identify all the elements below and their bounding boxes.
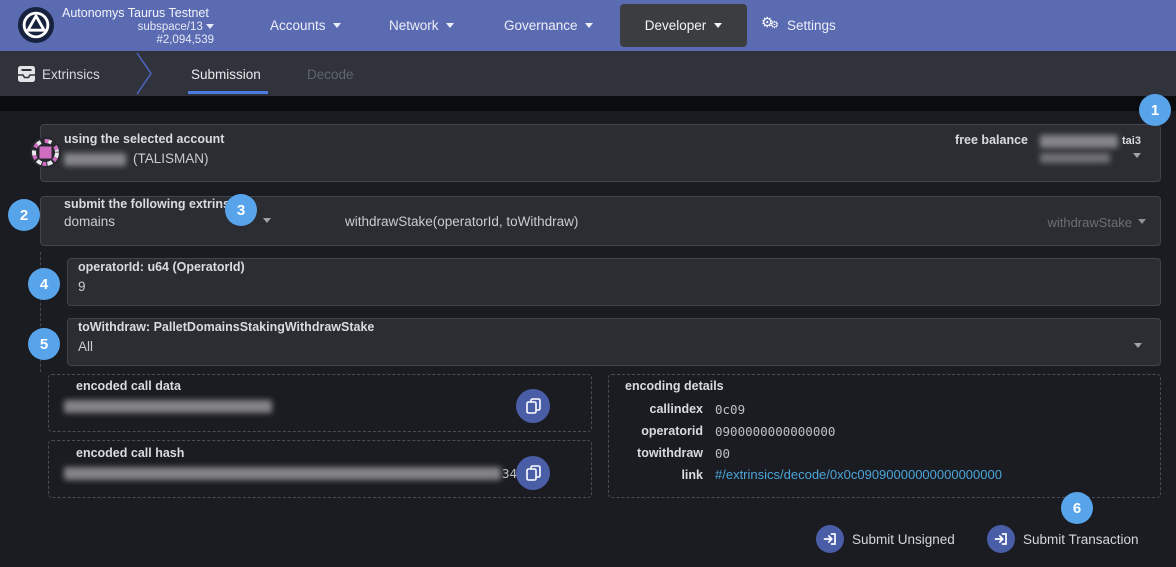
submit-transaction-label: Submit Transaction — [1023, 532, 1139, 547]
balance-unit: tai3 — [1122, 135, 1141, 147]
sign-in-icon — [987, 525, 1015, 553]
method-dropdown-value[interactable]: withdrawStake — [1020, 215, 1132, 230]
decode-link-wrap: #/extrinsics/decode/0x0c0909000000000000… — [715, 467, 1002, 482]
copy-call-data-button[interactable] — [516, 389, 550, 423]
chain-name: Autonomys Taurus Testnet — [62, 6, 214, 20]
annotation-badge-1: 1 — [1139, 94, 1171, 126]
submit-transaction-button[interactable]: Submit Transaction — [987, 525, 1139, 553]
submit-unsigned-button[interactable]: Submit Unsigned — [816, 525, 955, 553]
nav-developer[interactable]: Developer — [620, 4, 747, 47]
call-hash-visible-suffix: 34 — [502, 466, 517, 481]
redacted-account-name — [64, 153, 126, 166]
redacted-free-balance — [1040, 135, 1118, 148]
account-identicon — [29, 136, 62, 169]
account-source-suffix: (TALISMAN) — [133, 151, 209, 166]
account-select-label: using the selected account — [64, 132, 224, 146]
sub-nav-bar — [0, 51, 1176, 96]
section-dropdown-chevron-icon[interactable] — [263, 218, 271, 223]
free-balance-label: free balance — [940, 133, 1028, 147]
section-title: Extrinsics — [42, 67, 100, 82]
runtime-version: subspace/13 — [138, 21, 203, 33]
param-to-withdraw-dropdown[interactable]: All — [78, 339, 93, 354]
breadcrumb-chevron-icon — [134, 51, 156, 96]
link-label: link — [608, 468, 703, 482]
redacted-balance-secondary — [1040, 153, 1110, 163]
callindex-value: 0c09 — [715, 402, 745, 417]
nav-settings[interactable]: ⚙ ⚙ Settings — [761, 0, 836, 51]
chevron-down-icon — [585, 23, 593, 28]
annotation-badge-4: 4 — [28, 268, 60, 300]
chevron-down-icon — [333, 23, 341, 28]
decode-link[interactable]: #/extrinsics/decode/0x0c0909000000000000… — [715, 467, 1002, 482]
top-nav-bar: Autonomys Taurus Testnet subspace/13 #2,… — [0, 0, 1176, 51]
annotation-badge-5: 5 — [28, 328, 60, 360]
encoded-call-data-label: encoded call data — [76, 379, 181, 393]
encoding-details-title: encoding details — [625, 379, 724, 393]
nav-settings-label: Settings — [787, 18, 836, 33]
runtime-selector[interactable]: subspace/13 — [62, 21, 214, 33]
annotation-badge-6: 6 — [1061, 492, 1093, 524]
chevron-down-icon — [714, 23, 722, 28]
operatorid-label: operatorid — [608, 424, 703, 438]
copy-icon — [526, 465, 541, 481]
extrinsics-icon — [17, 65, 36, 83]
active-tab-underline — [188, 91, 268, 94]
block-number: #2,094,539 — [62, 34, 214, 46]
towithdraw-value: 00 — [715, 446, 730, 461]
divider-strip — [0, 96, 1176, 111]
nav-accounts[interactable]: Accounts — [270, 0, 341, 51]
callindex-label: callindex — [608, 402, 703, 416]
method-signature[interactable]: withdrawStake(operatorId, toWithdraw) — [345, 214, 578, 229]
copy-call-hash-button[interactable] — [516, 456, 550, 490]
sign-in-icon — [816, 525, 844, 553]
nav-network[interactable]: Network — [389, 0, 454, 51]
chain-info: Autonomys Taurus Testnet subspace/13 #2,… — [62, 6, 214, 46]
tab-submission[interactable]: Submission — [191, 67, 261, 82]
submit-unsigned-label: Submit Unsigned — [852, 532, 955, 547]
to-withdraw-chevron-icon[interactable] — [1134, 343, 1142, 348]
gear-icon: ⚙ ⚙ — [761, 17, 781, 35]
nav-governance-label: Governance — [504, 18, 578, 33]
copy-icon — [526, 398, 541, 414]
annotation-badge-2: 2 — [8, 199, 40, 231]
section-dropdown[interactable]: domains — [64, 214, 115, 229]
encoded-call-hash-label: encoded call hash — [76, 446, 184, 460]
param-operator-id-input[interactable]: 9 — [78, 279, 86, 294]
annotation-badge-3: 3 — [225, 194, 257, 226]
redacted-call-hash — [64, 467, 501, 480]
nav-developer-label: Developer — [645, 18, 707, 33]
param-operator-id-label: operatorId: u64 (OperatorId) — [78, 260, 245, 274]
nav-network-label: Network — [389, 18, 439, 33]
method-dropdown-chevron-icon[interactable] — [1138, 219, 1146, 224]
extrinsic-select-label: submit the following extrinsic — [64, 197, 240, 211]
nav-governance[interactable]: Governance — [504, 0, 593, 51]
tab-decode[interactable]: Decode — [307, 67, 354, 82]
chevron-down-icon — [446, 23, 454, 28]
towithdraw-label: towithdraw — [608, 446, 703, 460]
param-to-withdraw-label: toWithdraw: PalletDomainsStakingWithdraw… — [78, 320, 374, 334]
operatorid-value: 0900000000000000 — [715, 424, 835, 439]
nav-accounts-label: Accounts — [270, 18, 326, 33]
account-dropdown-chevron-icon[interactable] — [1133, 153, 1141, 158]
redacted-call-data — [64, 400, 272, 413]
chevron-down-icon — [206, 24, 214, 29]
autonomys-logo-icon — [17, 6, 55, 44]
